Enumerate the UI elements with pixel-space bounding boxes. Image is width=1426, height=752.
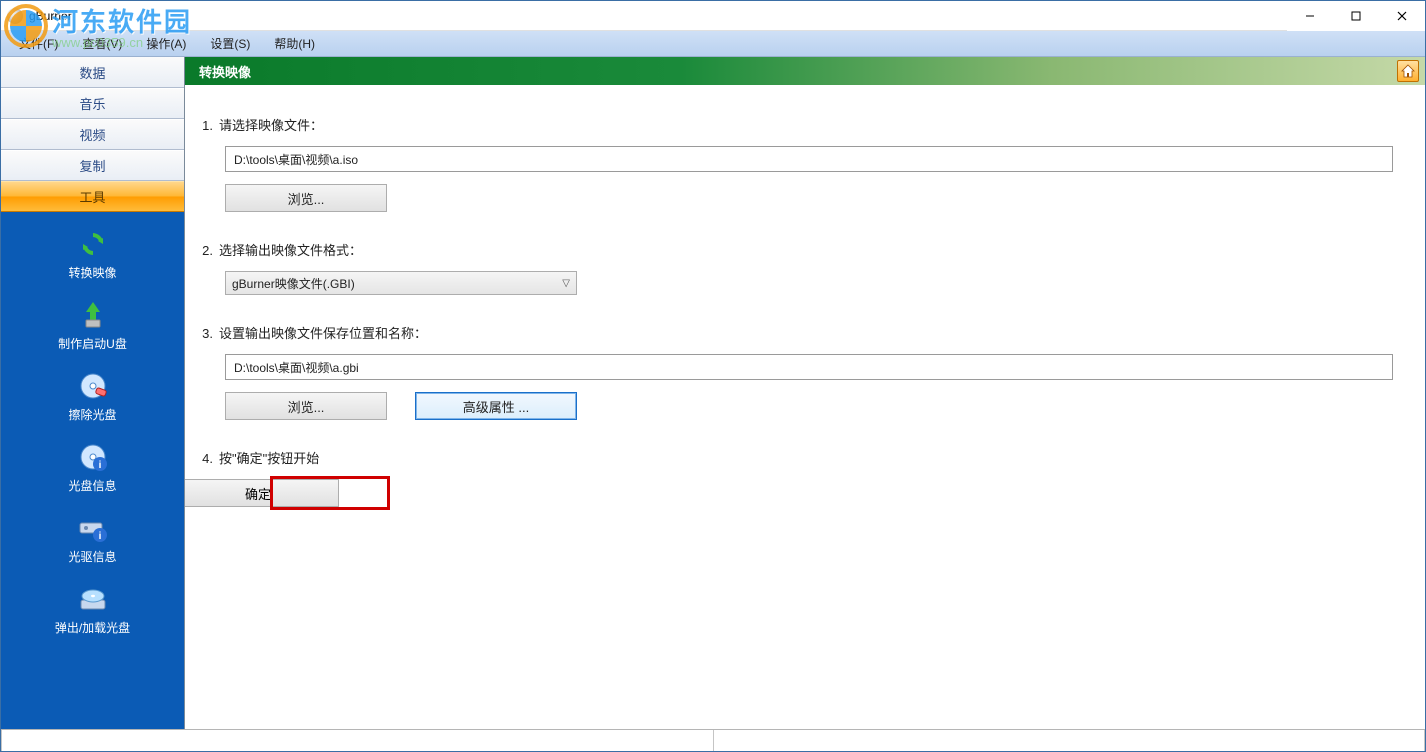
step-1-label-row: 1. 请选择映像文件：	[195, 115, 1397, 134]
step-3-label: 设置输出映像文件保存位置和名称：	[219, 323, 427, 342]
output-path-input[interactable]	[225, 354, 1393, 380]
step-1-buttons: 浏览...	[225, 184, 1397, 212]
app-window: gBurner 文件(F) 查看(V) 操作(A) 设置(S) 帮助(H) 河东…	[0, 0, 1426, 752]
svg-text:i: i	[98, 460, 101, 471]
sidebar-cat-data[interactable]: 数据	[1, 57, 184, 88]
disc-info-icon: i	[77, 441, 109, 473]
content: 1. 请选择映像文件： 浏览... 2. 选择输出映像文件格式： gBurner…	[185, 85, 1425, 729]
status-cell-right	[714, 730, 1426, 751]
menu-view[interactable]: 查看(V)	[72, 32, 132, 55]
usb-arrow-icon	[77, 299, 109, 331]
step-1-num: 1.	[195, 118, 213, 133]
menu-file[interactable]: 文件(F)	[9, 32, 68, 55]
tool-erase-disc[interactable]: 擦除光盘	[1, 362, 184, 433]
output-format-value: gBurner映像文件(.GBI)	[232, 275, 355, 292]
maximize-button[interactable]	[1333, 1, 1379, 31]
step-2-label: 选择输出映像文件格式：	[219, 240, 362, 259]
sidebar-cat-tools[interactable]: 工具	[1, 181, 184, 212]
tool-convert-label: 转换映像	[68, 264, 116, 281]
refresh-icon	[77, 228, 109, 260]
svg-text:i: i	[98, 531, 101, 542]
home-icon	[1400, 63, 1416, 79]
minimize-icon	[1305, 11, 1315, 21]
maximize-icon	[1351, 11, 1361, 21]
window-controls	[1287, 1, 1425, 31]
tool-erase-label: 擦除光盘	[68, 406, 116, 423]
body: 数据 音乐 视频 复制 工具 转换映像 制作启动U盘	[1, 57, 1425, 729]
tool-driveinfo-label: 光驱信息	[68, 548, 116, 565]
window-title: gBurner	[29, 9, 72, 23]
menu-help[interactable]: 帮助(H)	[264, 32, 325, 55]
ok-wrap: 确定	[225, 479, 1397, 507]
close-icon	[1397, 11, 1407, 21]
step-2-num: 2.	[195, 243, 213, 258]
tool-bootusb-label: 制作启动U盘	[58, 335, 127, 352]
source-image-input[interactable]	[225, 146, 1393, 172]
tool-eject-label: 弹出/加载光盘	[55, 619, 130, 636]
tool-eject-disc[interactable]: 弹出/加载光盘	[1, 575, 184, 646]
step-1-label: 请选择映像文件：	[219, 115, 323, 134]
browse-source-button[interactable]: 浏览...	[225, 184, 387, 212]
step-3-buttons: 浏览... 高级属性 ...	[225, 392, 1397, 420]
home-button[interactable]	[1397, 60, 1419, 82]
minimize-button[interactable]	[1287, 1, 1333, 31]
close-button[interactable]	[1379, 1, 1425, 31]
step-4: 4. 按"确定"按钮开始 确定	[185, 448, 1397, 507]
menu-settings[interactable]: 设置(S)	[200, 32, 260, 55]
chevron-down-icon: ▽	[562, 278, 570, 289]
step-3-num: 3.	[195, 326, 213, 341]
page-title: 转换映像	[199, 62, 251, 81]
step-1: 1. 请选择映像文件： 浏览...	[185, 115, 1397, 212]
menu-action[interactable]: 操作(A)	[136, 32, 196, 55]
advanced-properties-button[interactable]: 高级属性 ...	[415, 392, 577, 420]
step-4-label-row: 4. 按"确定"按钮开始	[195, 448, 1397, 467]
step-2-label-row: 2. 选择输出映像文件格式：	[195, 240, 1397, 259]
statusbar	[1, 729, 1425, 751]
sidebar-cat-copy[interactable]: 复制	[1, 150, 184, 181]
main: 转换映像 1. 请选择映像文件： 浏览...	[185, 57, 1425, 729]
tool-discinfo-label: 光盘信息	[68, 477, 116, 494]
tool-drive-info[interactable]: i 光驱信息	[1, 504, 184, 575]
tool-disc-info[interactable]: i 光盘信息	[1, 433, 184, 504]
menubar: 文件(F) 查看(V) 操作(A) 设置(S) 帮助(H)	[1, 31, 1425, 57]
sidebar-tools: 转换映像 制作启动U盘 擦除光盘 i	[1, 212, 184, 729]
step-4-label: 按"确定"按钮开始	[219, 448, 319, 467]
sidebar-cat-music[interactable]: 音乐	[1, 88, 184, 119]
status-cell-left	[1, 730, 714, 751]
browse-output-button[interactable]: 浏览...	[225, 392, 387, 420]
step-3-label-row: 3. 设置输出映像文件保存位置和名称：	[195, 323, 1397, 342]
titlebar: gBurner	[1, 1, 1425, 31]
output-format-select[interactable]: gBurner映像文件(.GBI) ▽	[225, 271, 577, 295]
tool-convert-image[interactable]: 转换映像	[1, 220, 184, 291]
sidebar-cat-video[interactable]: 视频	[1, 119, 184, 150]
sidebar: 数据 音乐 视频 复制 工具 转换映像 制作启动U盘	[1, 57, 185, 729]
drive-info-icon: i	[77, 512, 109, 544]
titlebar-left: gBurner	[1, 8, 72, 24]
step-2: 2. 选择输出映像文件格式： gBurner映像文件(.GBI) ▽	[185, 240, 1397, 295]
page-header: 转换映像	[185, 57, 1425, 85]
tool-boot-usb[interactable]: 制作启动U盘	[1, 291, 184, 362]
app-icon	[7, 8, 23, 24]
step-3: 3. 设置输出映像文件保存位置和名称： 浏览... 高级属性 ...	[185, 323, 1397, 420]
ok-button[interactable]: 确定	[185, 479, 339, 507]
eject-icon	[77, 583, 109, 615]
step-4-num: 4.	[195, 451, 213, 466]
disc-erase-icon	[77, 370, 109, 402]
